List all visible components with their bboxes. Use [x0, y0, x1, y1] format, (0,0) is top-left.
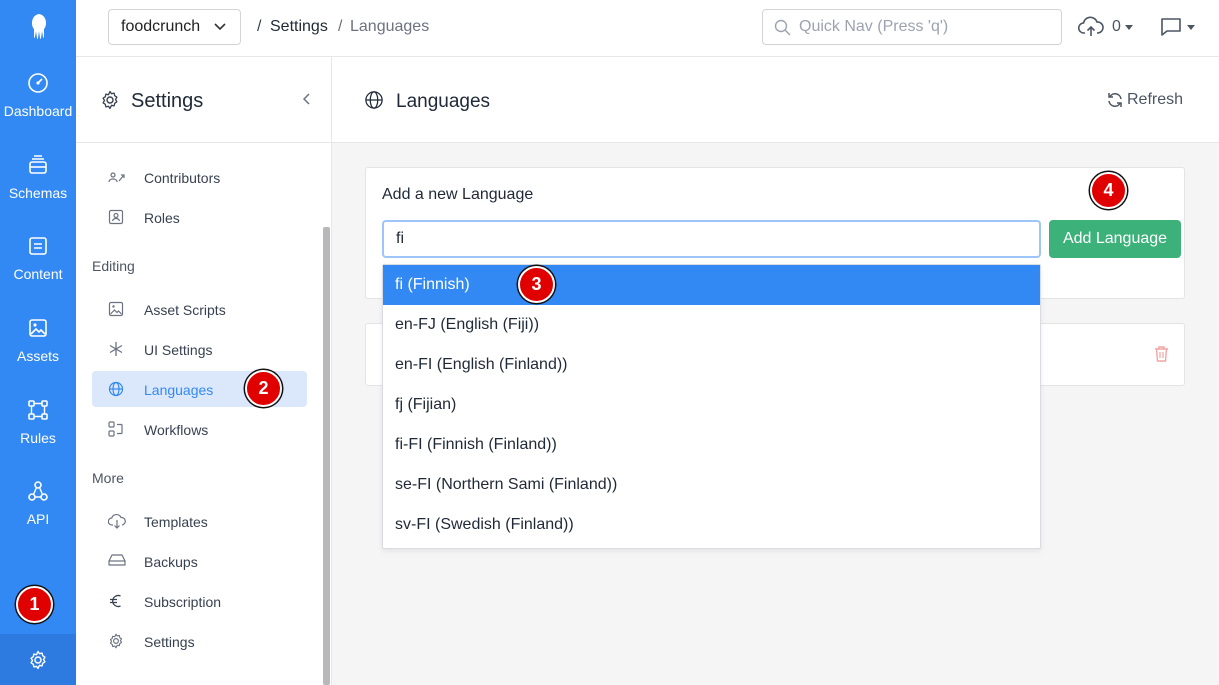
squidex-logo-icon[interactable]: [0, 0, 76, 52]
cloud-upload-icon: [1078, 16, 1104, 38]
settings-panel-header: Settings: [76, 57, 331, 143]
globe-icon: [364, 90, 384, 110]
language-option[interactable]: en-FJ (English (Fiji)): [383, 305, 1040, 345]
rail-item-schemas[interactable]: Schemas: [0, 154, 76, 224]
rail-item-assets[interactable]: Assets: [0, 317, 76, 387]
settings-nav-roles[interactable]: Roles: [92, 199, 307, 235]
gear-icon: [108, 633, 124, 649]
uploads-count: 0: [1112, 18, 1121, 35]
assets-icon: [27, 317, 49, 339]
language-option[interactable]: en-FI (English (Finland)): [383, 345, 1040, 385]
quick-nav-search[interactable]: Quick Nav (Press 'q'): [762, 9, 1062, 45]
feedback-dropdown[interactable]: [1159, 16, 1195, 38]
asset-scripts-icon: [108, 301, 124, 317]
roles-icon: [108, 209, 124, 225]
caret-down-icon: [1124, 24, 1133, 30]
settings-nav-settings[interactable]: Settings: [92, 623, 307, 659]
app-name: foodcrunch: [121, 18, 201, 35]
contributors-icon: [108, 169, 126, 185]
settings-nav-templates[interactable]: Templates: [92, 503, 307, 539]
euro-icon: [108, 593, 124, 609]
search-placeholder: Quick Nav (Press 'q'): [799, 18, 949, 35]
settings-nav-label: Roles: [144, 210, 180, 226]
rules-icon: [27, 399, 49, 421]
rail-item-label: Content: [13, 266, 63, 282]
add-language-button[interactable]: Add Language: [1049, 220, 1181, 258]
schemas-icon: [27, 154, 49, 176]
settings-panel-scrollbar[interactable]: [323, 227, 330, 685]
language-option[interactable]: fi-FI (Finnish (Finland)): [383, 425, 1040, 465]
rail-item-api[interactable]: API: [0, 480, 76, 550]
rail-item-label: Schemas: [8, 185, 68, 201]
language-option[interactable]: se-FI (Northern Sami (Finland)): [383, 465, 1040, 505]
settings-nav-asset-scripts[interactable]: Asset Scripts: [92, 291, 307, 327]
language-input[interactable]: [382, 220, 1041, 258]
trash-icon[interactable]: [1154, 345, 1169, 362]
section-heading-more: More: [92, 470, 124, 486]
language-option[interactable]: sv-FI (Swedish (Finland)): [383, 505, 1040, 545]
api-icon: [27, 480, 49, 502]
chevron-down-icon: [214, 23, 226, 31]
gear-icon: [28, 650, 48, 670]
settings-nav-label: Settings: [144, 634, 195, 650]
section-heading-editing: Editing: [92, 258, 135, 274]
language-option-selected[interactable]: fi (Finnish): [383, 265, 1040, 305]
settings-nav-label: Subscription: [144, 594, 222, 610]
settings-panel-title: Settings: [131, 90, 204, 112]
page-title: Languages: [396, 91, 491, 112]
rail-item-label: API: [26, 511, 50, 527]
language-suggestions-dropdown: fi (Finnish) en-FJ (English (Fiji)) en-F…: [382, 264, 1041, 549]
top-bar: foodcrunch / Settings / Languages Quick …: [76, 0, 1219, 57]
rail-settings-button[interactable]: [0, 634, 76, 685]
app-selector[interactable]: foodcrunch: [108, 9, 241, 45]
languages-header: Languages Refresh: [332, 57, 1219, 143]
breadcrumb-current: Languages: [350, 18, 430, 35]
settings-nav-backups[interactable]: Backups: [92, 543, 307, 579]
gear-icon: [100, 90, 120, 110]
annotation-badge-3: 3: [518, 266, 555, 303]
breadcrumb-separator: /: [338, 18, 343, 35]
drive-icon: [108, 553, 126, 567]
uploads-dropdown[interactable]: 0: [1078, 16, 1133, 38]
annotation-badge-2: 2: [245, 370, 282, 407]
gauge-icon: [27, 72, 49, 94]
settings-nav-label: UI Settings: [144, 342, 213, 358]
globe-icon: [108, 381, 124, 397]
settings-nav-subscription[interactable]: Subscription: [92, 583, 307, 619]
settings-nav-label: Asset Scripts: [144, 302, 226, 318]
cloud-download-icon: [108, 513, 126, 529]
annotation-badge-1: 1: [16, 586, 53, 623]
settings-nav-label: Templates: [144, 514, 208, 530]
chevron-left-icon[interactable]: [303, 93, 311, 105]
refresh-label: Refresh: [1127, 91, 1184, 108]
refresh-button[interactable]: Refresh: [1106, 91, 1183, 109]
settings-nav-label: Languages: [144, 382, 214, 398]
annotation-badge-4: 4: [1090, 172, 1127, 209]
settings-nav-label: Contributors: [144, 170, 221, 186]
refresh-icon: [1106, 91, 1124, 109]
settings-nav-ui-settings[interactable]: UI Settings: [92, 331, 307, 367]
rail-item-content[interactable]: Content: [0, 235, 76, 305]
settings-nav-workflows[interactable]: Workflows: [92, 411, 307, 447]
rail-item-label: Assets: [16, 348, 59, 364]
settings-nav-contributors[interactable]: Contributors: [92, 159, 307, 195]
search-icon: [774, 19, 791, 36]
asterisk-icon: [108, 341, 124, 357]
chat-bubble-icon: [1159, 16, 1183, 38]
language-option[interactable]: fj (Fijian): [383, 385, 1040, 425]
breadcrumb-settings-link[interactable]: Settings: [270, 18, 328, 36]
rail-item-dashboard[interactable]: Dashboard: [0, 72, 76, 142]
settings-panel: Settings Contributors Roles Editing Asse…: [76, 57, 332, 685]
add-language-heading: Add a new Language: [382, 186, 534, 203]
workflows-icon: [108, 421, 124, 437]
settings-nav-label: Workflows: [144, 422, 209, 438]
main-navigation-rail: Dashboard Schemas Content Assets Rules A…: [0, 0, 76, 685]
rail-item-label: Dashboard: [3, 103, 73, 119]
content-icon: [27, 235, 49, 257]
settings-nav-label: Backups: [144, 554, 198, 570]
breadcrumb-separator: /: [257, 18, 262, 35]
rail-item-label: Rules: [20, 430, 56, 446]
rail-item-rules[interactable]: Rules: [0, 399, 76, 469]
caret-down-icon: [1187, 24, 1195, 30]
